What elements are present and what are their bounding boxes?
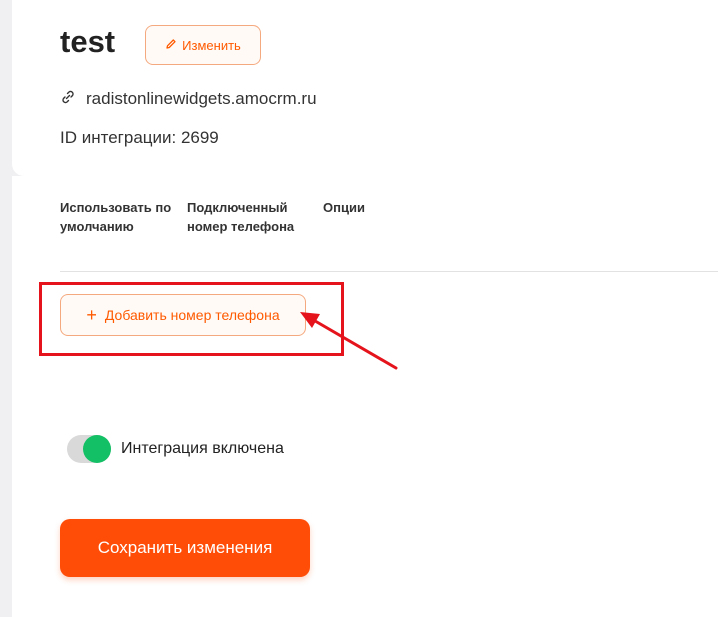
table-divider: [60, 271, 718, 272]
card-gap: [0, 262, 12, 617]
integration-toggle[interactable]: [67, 435, 111, 463]
column-header-default: Использовать по умолчанию: [60, 200, 172, 234]
integration-title: test: [60, 24, 116, 59]
integration-domain: radistonlinewidgets.amocrm.ru: [60, 88, 317, 110]
edit-button-label: Изменить: [182, 37, 241, 53]
integration-domain-text: radistonlinewidgets.amocrm.ru: [86, 89, 317, 108]
integration-toggle-label: Интеграция включена: [121, 440, 284, 457]
pencil-icon: [165, 38, 177, 53]
column-header-options: Опции: [323, 200, 365, 215]
link-icon: [60, 89, 76, 110]
toggle-knob: [83, 435, 111, 463]
save-button[interactable]: Сохранить изменения: [60, 519, 310, 577]
integration-id: ID интеграции: 2699: [60, 128, 219, 147]
integration-settings-page: test Изменить radistonlinewidgets.amocrm…: [0, 0, 718, 617]
annotation-arrow-icon: [300, 312, 398, 370]
edit-button[interactable]: Изменить: [145, 25, 261, 65]
column-header-phone: Подключенный номер телефона: [187, 200, 295, 234]
